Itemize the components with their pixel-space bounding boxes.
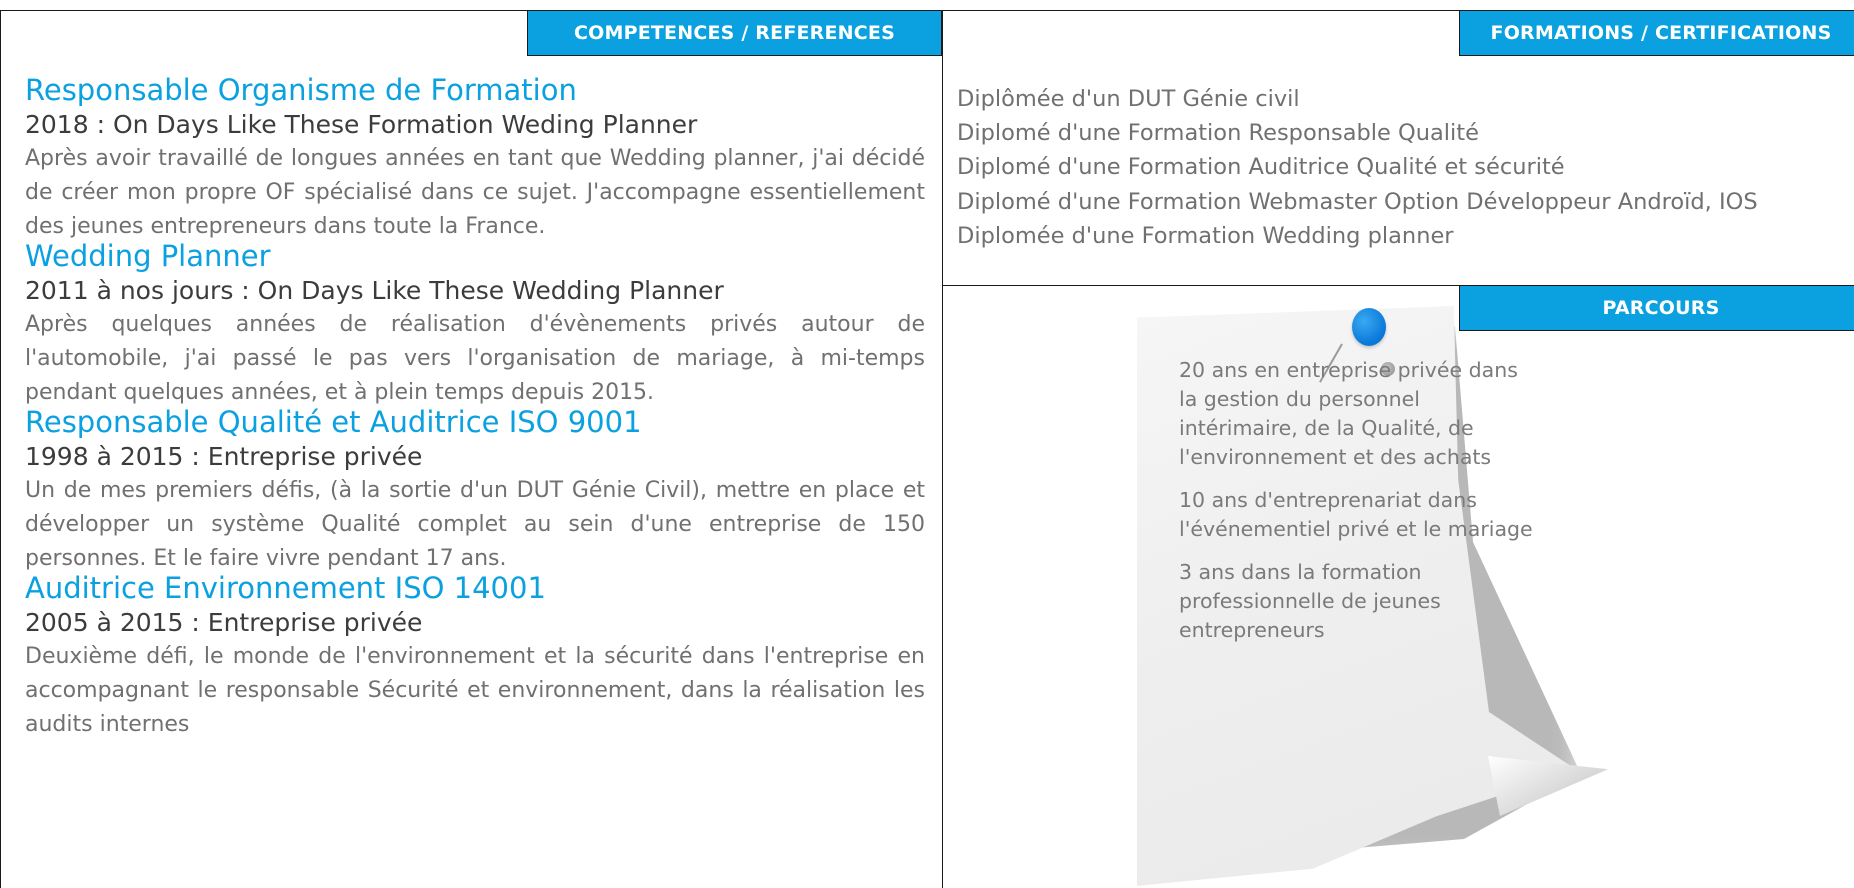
competences-panel: COMPETENCES / REFERENCES Responsable Org… bbox=[0, 10, 943, 888]
experience-title: Wedding Planner bbox=[25, 239, 271, 273]
push-pin-icon bbox=[1352, 308, 1386, 346]
formation-item: Diplomée d'une Formation Wedding planner bbox=[957, 222, 1454, 249]
parcours-paragraph: 10 ans d'entreprenariat dans l'événement… bbox=[1179, 488, 1533, 541]
competences-heading: COMPETENCES / REFERENCES bbox=[527, 11, 942, 56]
formation-item: Diplomé d'une Formation Responsable Qual… bbox=[957, 120, 1479, 147]
experience-subtitle: 2005 à 2015 : Entreprise privée bbox=[25, 608, 423, 637]
experience-title: Auditrice Environnement ISO 14001 bbox=[25, 571, 546, 605]
parcours-panel: PARCOURS 20 ans en entreprise privée dan… bbox=[942, 285, 1854, 888]
experience-subtitle: 1998 à 2015 : Entreprise privée bbox=[25, 442, 423, 471]
experience-item: Responsable Qualité et Auditrice ISO 900… bbox=[25, 404, 925, 576]
formations-list: Diplômée d'un DUT Génie civil Diplomé d'… bbox=[957, 82, 1758, 253]
formation-item: Diplômée d'un DUT Génie civil bbox=[957, 86, 1300, 112]
experience-subtitle: 2018 : On Days Like These Formation Wedi… bbox=[25, 110, 698, 139]
experience-description: Après quelques années de réalisation d'é… bbox=[25, 312, 925, 405]
experience-title: Responsable Organisme de Formation bbox=[25, 73, 577, 107]
experience-title: Responsable Qualité et Auditrice ISO 900… bbox=[25, 405, 642, 439]
formations-heading: FORMATIONS / CERTIFICATIONS bbox=[1459, 11, 1854, 56]
formation-item: Diplomé d'une Formation Auditrice Qualit… bbox=[957, 154, 1565, 181]
experience-description: Deuxième défi, le monde de l'environneme… bbox=[25, 644, 925, 737]
experience-item: Auditrice Environnement ISO 14001 2005 à… bbox=[25, 570, 925, 742]
parcours-heading: PARCOURS bbox=[1459, 286, 1854, 331]
parcours-paragraph: 20 ans en entreprise privée dans la gest… bbox=[1179, 358, 1518, 469]
formations-panel: FORMATIONS / CERTIFICATIONS Diplômée d'u… bbox=[942, 10, 1854, 286]
parcours-paragraph: 3 ans dans la formation professionnelle … bbox=[1179, 560, 1441, 642]
experience-description: Après avoir travaillé de longues années … bbox=[25, 146, 925, 239]
parcours-text: 20 ans en entreprise privée dans la gest… bbox=[1179, 356, 1539, 659]
experience-item: Responsable Organisme de Formation 2018 … bbox=[25, 72, 925, 244]
note-curl bbox=[1488, 756, 1608, 816]
experience-description: Un de mes premiers défis, (à la sortie d… bbox=[25, 478, 925, 571]
experience-item: Wedding Planner 2011 à nos jours : On Da… bbox=[25, 238, 925, 410]
formation-item: Diplomé d'une Formation Webmaster Option… bbox=[957, 188, 1758, 215]
experience-subtitle: 2011 à nos jours : On Days Like These We… bbox=[25, 276, 724, 305]
